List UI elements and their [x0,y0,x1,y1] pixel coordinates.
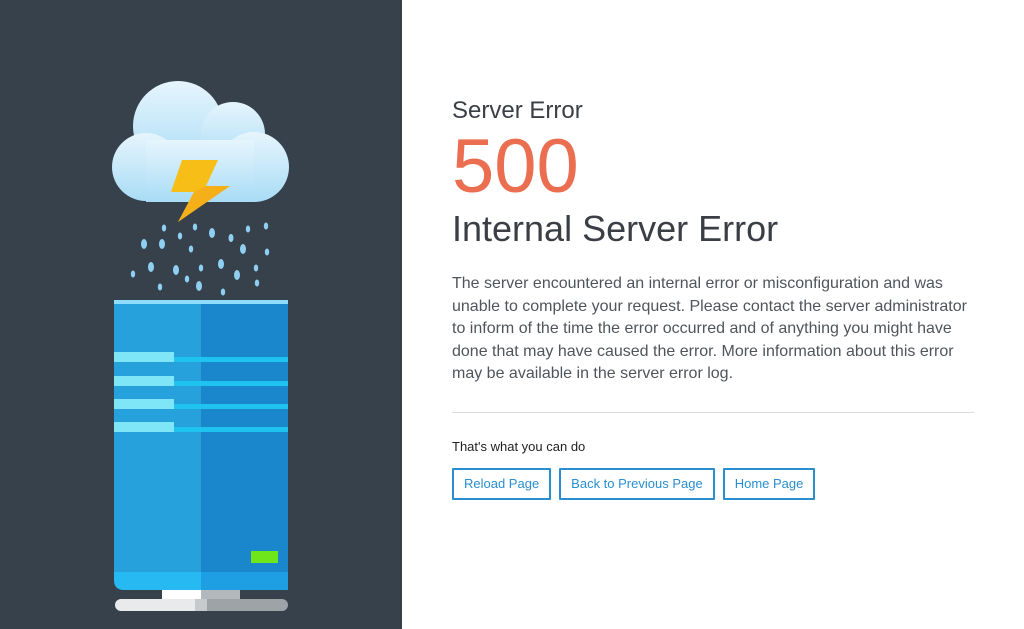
home-page-button[interactable]: Home Page [722,468,816,501]
server-icon [114,300,288,611]
error-message: The server encountered an internal error… [452,275,967,383]
error-kicker: Server Error [452,97,583,124]
left-panel [0,0,402,629]
divider [452,412,974,414]
actions-label: That's what you can do [452,439,586,455]
server-error-illustration [112,81,289,611]
error-title: Internal Server Error [452,208,779,249]
action-buttons: Reload Page Back to Previous Page Home P… [452,468,974,501]
back-button[interactable]: Back to Previous Page [559,468,715,501]
rain-icon [130,222,270,296]
status-led [251,551,278,563]
error-code: 500 [452,124,579,209]
reload-page-button[interactable]: Reload Page [452,468,552,501]
error-content: Server Error 500 Internal Server Error T… [452,97,974,501]
